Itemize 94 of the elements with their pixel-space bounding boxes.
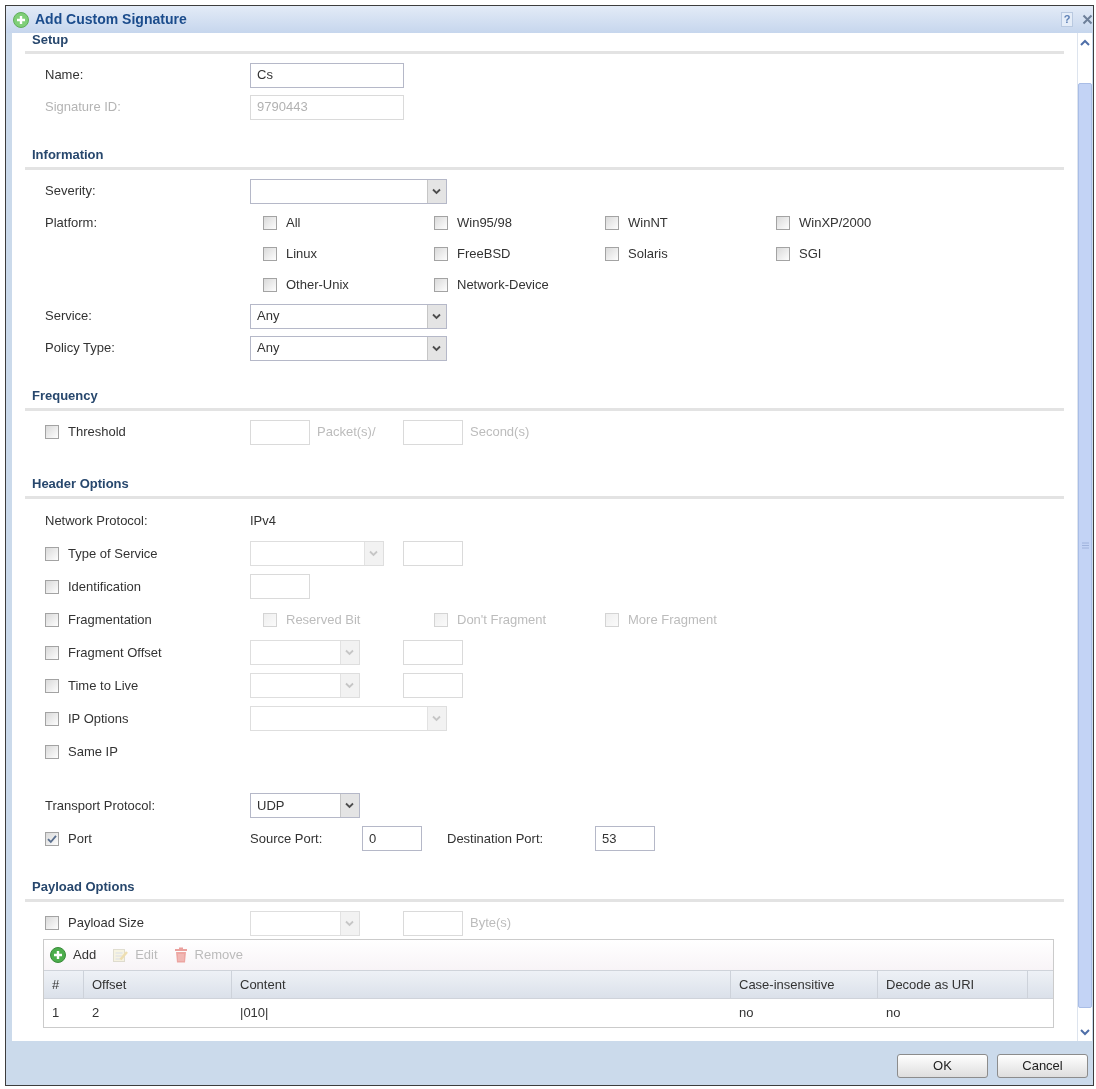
checkbox[interactable] <box>45 678 59 693</box>
unit-label: Second(s) <box>470 423 530 442</box>
checkbox-label: Win95/98 <box>457 213 512 232</box>
help-button[interactable]: ? <box>1061 12 1073 27</box>
checkbox-label: Reserved Bit <box>286 610 361 629</box>
unit-label: Packet(s)/ <box>317 423 376 442</box>
checkbox-label: WinNT <box>628 213 668 232</box>
checkbox[interactable] <box>45 579 59 594</box>
checkbox[interactable] <box>45 425 59 439</box>
field-label: Policy Type: <box>45 339 115 358</box>
section-title: Setup <box>31 33 70 47</box>
section-title: Frequency <box>31 388 99 404</box>
close-icon[interactable] <box>1082 14 1093 25</box>
checkbox-label: Network-Device <box>457 275 549 294</box>
window-title: Add Custom Signature <box>35 10 187 29</box>
checkbox-label: Don't Fragment <box>457 610 547 629</box>
checkbox-label: Fragment Offset <box>68 643 162 662</box>
checkbox[interactable] <box>263 215 277 230</box>
field-label: Transport Protocol: <box>45 796 156 815</box>
notepad-pencil-icon <box>112 947 129 963</box>
trash-icon <box>173 947 188 963</box>
field-label: Signature ID: <box>45 98 121 117</box>
plus-circle-icon <box>50 947 66 963</box>
checkbox-label: Threshold <box>68 423 126 442</box>
checkbox-label: Payload Size <box>68 914 144 933</box>
text-field[interactable]: 0 <box>362 826 422 851</box>
chevron-down-icon[interactable] <box>427 304 446 328</box>
column-header[interactable]: Content <box>232 971 731 998</box>
checkbox-label: Identification <box>68 577 141 596</box>
field-label: Service: <box>45 307 92 326</box>
checkbox-label: Same IP <box>68 742 118 761</box>
checkbox-label: Time to Live <box>68 676 139 695</box>
text-field[interactable]: 53 <box>595 826 655 851</box>
checkbox[interactable] <box>263 246 277 261</box>
checkbox-label: WinXP/2000 <box>799 213 872 232</box>
checkbox[interactable] <box>434 246 448 261</box>
add-button[interactable]: Add <box>50 945 97 965</box>
field-label: Source Port: <box>250 829 324 848</box>
checkbox[interactable] <box>45 744 59 759</box>
chevron-down-icon[interactable] <box>427 336 446 360</box>
checkbox[interactable] <box>776 215 790 230</box>
column-header[interactable]: # <box>44 971 84 998</box>
text-field[interactable]: Cs <box>250 62 404 88</box>
checkbox-label: SGI <box>799 244 822 263</box>
checkbox-label: Fragmentation <box>68 610 152 629</box>
checkbox-label: Solaris <box>628 244 668 263</box>
checkbox[interactable] <box>434 215 448 230</box>
unit-label: Byte(s) <box>470 914 512 933</box>
plus-circle-icon <box>13 11 29 28</box>
field-label: Name: <box>45 66 84 85</box>
dropdown[interactable]: Any <box>250 303 447 329</box>
checkbox-label: More Fragment <box>628 610 717 629</box>
table-cell-text: 1 <box>51 1004 61 1023</box>
checkbox[interactable] <box>605 215 619 230</box>
checkbox[interactable] <box>776 246 790 261</box>
checkbox-label: Linux <box>286 244 318 263</box>
chevron-down-icon[interactable] <box>340 794 359 817</box>
field-label: Destination Port: <box>447 829 545 848</box>
checkbox-label: Other-Unix <box>286 275 349 294</box>
value-text: IPv4 <box>250 511 276 530</box>
checkbox-label: All <box>286 213 301 232</box>
checkbox[interactable] <box>45 546 59 561</box>
table-cell-text: no <box>738 1004 755 1023</box>
column-header[interactable]: Case-insensitive <box>731 971 878 998</box>
dialog-button[interactable]: Cancel <box>997 1054 1088 1078</box>
dropdown[interactable]: UDP <box>250 793 360 818</box>
section-title: Information <box>31 147 105 163</box>
chevron-down-icon[interactable] <box>1078 1026 1092 1038</box>
checkbox-label: FreeBSD <box>457 244 511 263</box>
checkbox[interactable] <box>45 916 59 930</box>
dialog-button[interactable]: OK <box>897 1054 988 1078</box>
grip-icon <box>1081 542 1089 549</box>
checkbox[interactable] <box>45 612 59 627</box>
checkbox-label: Type of Service <box>68 544 158 563</box>
checkbox[interactable] <box>45 711 59 726</box>
checkbox[interactable] <box>45 645 59 660</box>
field-label: Severity: <box>45 182 96 201</box>
column-header[interactable]: Decode as URI <box>878 971 1028 998</box>
table-cell-text: no <box>885 1004 902 1023</box>
checkbox[interactable] <box>605 246 619 261</box>
checkbox[interactable] <box>45 831 59 846</box>
table-cell-text: |010| <box>239 1004 270 1023</box>
field-label: Network Protocol: <box>45 511 148 530</box>
column-header[interactable]: Offset <box>84 971 232 998</box>
dropdown[interactable]: Any <box>250 335 447 361</box>
checkbox-label: Port <box>68 829 92 848</box>
chevron-down-icon[interactable] <box>427 179 446 203</box>
section-title: Payload Options <box>31 879 136 895</box>
field-label: Platform: <box>45 213 97 232</box>
checkbox-label: IP Options <box>68 709 129 728</box>
checkbox[interactable] <box>263 277 277 292</box>
table-cell-text: 2 <box>91 1004 101 1023</box>
checkbox[interactable] <box>434 277 448 292</box>
section-title: Header Options <box>31 476 130 492</box>
